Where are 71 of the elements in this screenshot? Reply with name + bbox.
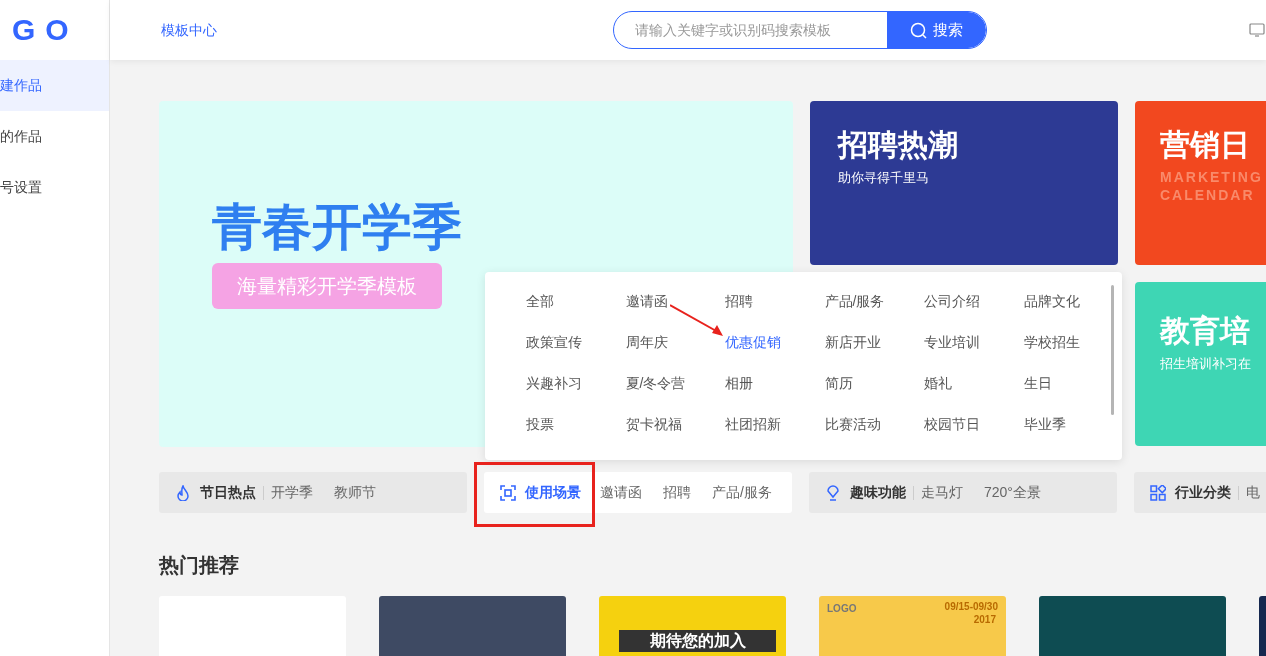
banner-card[interactable]: 招聘热潮 助你寻得千里马 bbox=[810, 101, 1118, 265]
nav-link[interactable]: 模板中心 bbox=[161, 19, 217, 41]
scan-icon bbox=[500, 484, 516, 501]
banner-title: 招聘热潮 bbox=[838, 127, 958, 163]
banner-subtitle: 海量精彩开学季模板 bbox=[212, 262, 442, 309]
dropdown-item[interactable]: 兴趣补习 bbox=[526, 373, 582, 394]
banner-title: 青春开学季 bbox=[212, 198, 462, 257]
banner-subtitle: MARKETING CALENDAR bbox=[1160, 167, 1264, 204]
dropdown-item[interactable]: 公司介绍 bbox=[924, 291, 980, 312]
dropdown-item[interactable]: 新店开业 bbox=[824, 332, 881, 353]
dropdown-item[interactable]: 邀请函 bbox=[625, 291, 668, 312]
card-text: 2017 bbox=[973, 615, 996, 625]
category-title: 使用场景 bbox=[525, 483, 581, 502]
sidebar-item[interactable]: 建作品 bbox=[0, 60, 109, 111]
category-bar[interactable]: 行业分类 电 bbox=[1134, 472, 1266, 513]
dropdown-item[interactable]: 毕业季 bbox=[1023, 414, 1066, 435]
dropdown-item[interactable]: 校园节日 bbox=[924, 414, 980, 435]
banner-subtitle: 助你寻得千里马 bbox=[838, 168, 929, 187]
banner-card[interactable]: 营销日 MARKETING CALENDAR bbox=[1135, 101, 1266, 265]
dropdown-item[interactable]: 招聘 bbox=[725, 291, 753, 312]
dropdown-item[interactable]: 婚礼 bbox=[924, 373, 952, 394]
dropdown-item[interactable]: 生日 bbox=[1023, 373, 1052, 394]
dropdown-item[interactable]: 简历 bbox=[824, 373, 853, 394]
grid-icon bbox=[1150, 484, 1166, 501]
category-bar[interactable]: 节日热点 开学季 教师节 bbox=[159, 472, 467, 513]
dropdown-item[interactable]: 学校招生 bbox=[1023, 332, 1080, 353]
dropdown-item[interactable]: 周年庆 bbox=[625, 332, 668, 353]
search-button[interactable]: 搜索 bbox=[887, 12, 986, 48]
card-text: 期待您的加入 bbox=[619, 630, 776, 652]
category-tag[interactable]: 电 bbox=[1246, 482, 1260, 503]
card-text: 09/15-09/30 bbox=[944, 602, 998, 612]
dropdown-item[interactable]: 专业培训 bbox=[924, 332, 980, 353]
dropdown-item[interactable]: 全部 bbox=[526, 291, 554, 312]
section-heading: 热门推荐 bbox=[159, 555, 240, 575]
monitor-icon[interactable] bbox=[1249, 22, 1265, 38]
banner-title: 营销日 bbox=[1160, 127, 1250, 163]
category-tag[interactable]: 开学季 bbox=[271, 482, 313, 503]
dropdown-item[interactable]: 社团招新 bbox=[725, 414, 781, 435]
category-title: 趣味功能 bbox=[850, 483, 906, 502]
category-tag[interactable]: 招聘 bbox=[663, 482, 691, 503]
sidebar-item[interactable]: 的作品 bbox=[0, 111, 109, 162]
category-tag[interactable]: 教师节 bbox=[334, 482, 376, 503]
dropdown-item[interactable]: 比赛活动 bbox=[824, 414, 881, 435]
template-card[interactable] bbox=[379, 596, 566, 656]
banner-title: 教育培 bbox=[1160, 313, 1250, 349]
card-text: LOGO bbox=[827, 604, 857, 614]
search-icon bbox=[910, 21, 927, 39]
scrollbar[interactable] bbox=[1111, 285, 1114, 415]
dropdown-item[interactable]: 产品/服务 bbox=[824, 291, 885, 312]
flame-icon bbox=[175, 484, 191, 501]
dropdown-item[interactable]: 投票 bbox=[526, 414, 554, 435]
dropdown-item[interactable]: 贺卡祝福 bbox=[625, 414, 682, 435]
category-tag[interactable]: 邀请函 bbox=[600, 482, 642, 503]
template-card[interactable]: 期待您的加入 bbox=[599, 596, 786, 656]
dropdown-item[interactable]: 品牌文化 bbox=[1023, 291, 1080, 312]
banner-subtitle: 招生培训补习在 bbox=[1160, 354, 1251, 373]
dropdown-item[interactable]: 政策宣传 bbox=[526, 332, 582, 353]
category-title: 行业分类 bbox=[1175, 483, 1231, 502]
category-bar[interactable]: 使用场景 邀请函 招聘 产品/服务 bbox=[484, 472, 792, 513]
category-tag[interactable]: 720°全景 bbox=[984, 482, 1041, 503]
category-title: 节日热点 bbox=[200, 483, 256, 502]
dropdown-item[interactable]: 优惠促销 bbox=[725, 332, 781, 353]
template-card[interactable] bbox=[1039, 596, 1226, 656]
category-bar[interactable]: 趣味功能 走马灯 720°全景 bbox=[809, 472, 1117, 513]
dropdown-item[interactable]: 相册 bbox=[725, 373, 753, 394]
lightbulb-icon bbox=[825, 484, 841, 501]
category-tag[interactable]: 走马灯 bbox=[921, 482, 963, 503]
logo: GO bbox=[12, 15, 79, 45]
category-tag[interactable]: 产品/服务 bbox=[712, 482, 772, 503]
sidebar-item[interactable]: 号设置 bbox=[0, 162, 109, 213]
dropdown-item[interactable]: 夏/冬令营 bbox=[625, 373, 686, 394]
